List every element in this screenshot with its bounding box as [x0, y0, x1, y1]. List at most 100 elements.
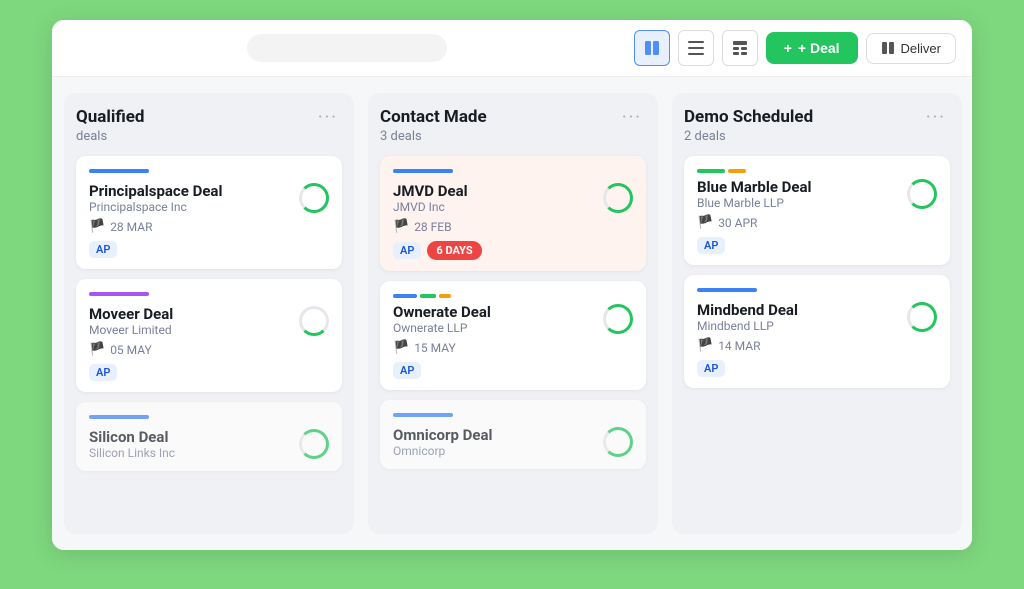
tags-row-principalspace: AP	[89, 241, 329, 258]
flag-icon: 🏴	[697, 338, 713, 353]
col-subtitle-qualified: deals	[76, 129, 144, 144]
bar-segment	[697, 169, 725, 173]
bar-segment	[420, 294, 436, 298]
col-subtitle-contact_made: 3 deals	[380, 129, 487, 144]
card-main-row: JMVD Deal JMVD Inc	[393, 182, 633, 214]
card-date-moveer: 🏴 05 MAY	[89, 342, 329, 357]
kanban-board: Qualified deals ··· Principalspace Deal …	[52, 77, 972, 550]
deliver-label: Deliver	[901, 41, 941, 56]
progress-circle-omnicorp	[603, 427, 633, 457]
bar-segment	[393, 294, 417, 298]
date-text: 30 APR	[718, 216, 757, 230]
tags-row-mindbend: AP	[697, 360, 937, 377]
card-date-principalspace: 🏴 28 MAR	[89, 219, 329, 234]
bar-segment	[439, 294, 451, 298]
col-header-qualified: Qualified deals ···	[76, 107, 342, 144]
multi-bar	[393, 294, 633, 298]
deal-name-mindbend: Mindbend Deal	[697, 301, 798, 319]
col-title-demo_scheduled: Demo Scheduled	[684, 107, 813, 127]
col-title-qualified: Qualified	[76, 107, 144, 127]
col-demo_scheduled: Demo Scheduled 2 deals ··· Blue Marble D…	[672, 93, 962, 534]
card-main-row: Omnicorp Deal Omnicorp	[393, 426, 633, 458]
col-menu-contact_made[interactable]: ···	[618, 107, 646, 128]
company-name-principalspace: Principalspace Inc	[89, 200, 222, 214]
tags-row-blue_marble: AP	[697, 237, 937, 254]
progress-circle-mindbend	[907, 302, 937, 332]
flag-icon: 🏴	[393, 219, 409, 234]
flag-icon: 🏴	[393, 340, 409, 355]
flag-icon: 🏴	[89, 219, 105, 234]
list-view-button[interactable]	[678, 30, 714, 66]
company-name-silicon: Silicon Links Inc	[89, 446, 175, 460]
card-ownerate[interactable]: Ownerate Deal Ownerate LLP 🏴 15 MAY AP	[380, 281, 646, 390]
table-view-button[interactable]	[722, 30, 758, 66]
tags-row-jmvd: AP 6 DAYS	[393, 241, 633, 260]
progress-circle-principalspace	[299, 183, 329, 213]
app-window: + + Deal Deliver Qualified deals ··· Pri…	[52, 20, 972, 550]
tag-ap: AP	[393, 362, 421, 379]
kanban-view-button[interactable]	[634, 30, 670, 66]
card-mindbend[interactable]: Mindbend Deal Mindbend LLP 🏴 14 MAR AP	[684, 275, 950, 388]
tags-row-ownerate: AP	[393, 362, 633, 379]
card-main-row: Mindbend Deal Mindbend LLP	[697, 301, 937, 333]
deal-name-silicon: Silicon Deal	[89, 428, 175, 446]
bar-segment	[728, 169, 746, 173]
date-text: 15 MAY	[414, 341, 456, 355]
card-silicon[interactable]: Silicon Deal Silicon Links Inc	[76, 402, 342, 471]
col-qualified: Qualified deals ··· Principalspace Deal …	[64, 93, 354, 534]
date-text: 05 MAY	[110, 343, 152, 357]
col-title-contact_made: Contact Made	[380, 107, 487, 127]
tag-ap: AP	[697, 237, 725, 254]
progress-circle-jmvd	[603, 183, 633, 213]
blue-bar	[89, 415, 149, 419]
company-name-moveer: Moveer Limited	[89, 323, 173, 337]
blue-bar	[393, 413, 453, 417]
card-blue_marble[interactable]: Blue Marble Deal Blue Marble LLP 🏴 30 AP…	[684, 156, 950, 265]
card-omnicorp[interactable]: Omnicorp Deal Omnicorp	[380, 400, 646, 469]
deal-name-blue_marble: Blue Marble Deal	[697, 178, 812, 196]
search-input[interactable]	[247, 34, 447, 62]
card-jmvd[interactable]: JMVD Deal JMVD Inc 🏴 28 FEB AP 6 DAYS	[380, 156, 646, 271]
blue-bar	[697, 288, 757, 292]
purple-bar	[89, 292, 149, 296]
col-menu-qualified[interactable]: ···	[314, 107, 342, 128]
add-icon: +	[784, 40, 792, 56]
col-header-contact_made: Contact Made 3 deals ···	[380, 107, 646, 144]
card-main-row: Ownerate Deal Ownerate LLP	[393, 303, 633, 335]
blue-bar	[89, 169, 149, 173]
col-contact_made: Contact Made 3 deals ··· JMVD Deal JMVD …	[368, 93, 658, 534]
blue-bar	[393, 169, 453, 173]
deal-name-jmvd: JMVD Deal	[393, 182, 468, 200]
progress-circle-moveer	[299, 306, 329, 336]
card-main-row: Principalspace Deal Principalspace Inc	[89, 182, 329, 214]
card-date-ownerate: 🏴 15 MAY	[393, 340, 633, 355]
progress-circle-silicon	[299, 429, 329, 459]
multi-bar	[697, 169, 937, 173]
deal-name-moveer: Moveer Deal	[89, 305, 173, 323]
tag-ap: AP	[89, 364, 117, 381]
card-date-mindbend: 🏴 14 MAR	[697, 338, 937, 353]
search-bar-area	[68, 34, 626, 62]
col-header-demo_scheduled: Demo Scheduled 2 deals ···	[684, 107, 950, 144]
date-text: 28 FEB	[414, 220, 451, 234]
card-main-row: Blue Marble Deal Blue Marble LLP	[697, 178, 937, 210]
company-name-jmvd: JMVD Inc	[393, 200, 468, 214]
card-date-blue_marble: 🏴 30 APR	[697, 215, 937, 230]
card-moveer[interactable]: Moveer Deal Moveer Limited 🏴 05 MAY AP	[76, 279, 342, 392]
add-deal-label: + Deal	[798, 40, 840, 56]
flag-icon: 🏴	[697, 215, 713, 230]
col-menu-demo_scheduled[interactable]: ···	[922, 107, 950, 128]
deliver-button[interactable]: Deliver	[866, 33, 956, 64]
company-name-mindbend: Mindbend LLP	[697, 319, 798, 333]
tag-alert: 6 DAYS	[427, 241, 481, 260]
card-main-row: Moveer Deal Moveer Limited	[89, 305, 329, 337]
tag-ap: AP	[393, 242, 421, 259]
toolbar: + + Deal Deliver	[52, 20, 972, 77]
card-principalspace[interactable]: Principalspace Deal Principalspace Inc 🏴…	[76, 156, 342, 269]
deal-name-omnicorp: Omnicorp Deal	[393, 426, 493, 444]
deal-name-principalspace: Principalspace Deal	[89, 182, 222, 200]
tags-row-moveer: AP	[89, 364, 329, 381]
company-name-ownerate: Ownerate LLP	[393, 321, 491, 335]
add-deal-button[interactable]: + + Deal	[766, 32, 858, 64]
card-main-row: Silicon Deal Silicon Links Inc	[89, 428, 329, 460]
